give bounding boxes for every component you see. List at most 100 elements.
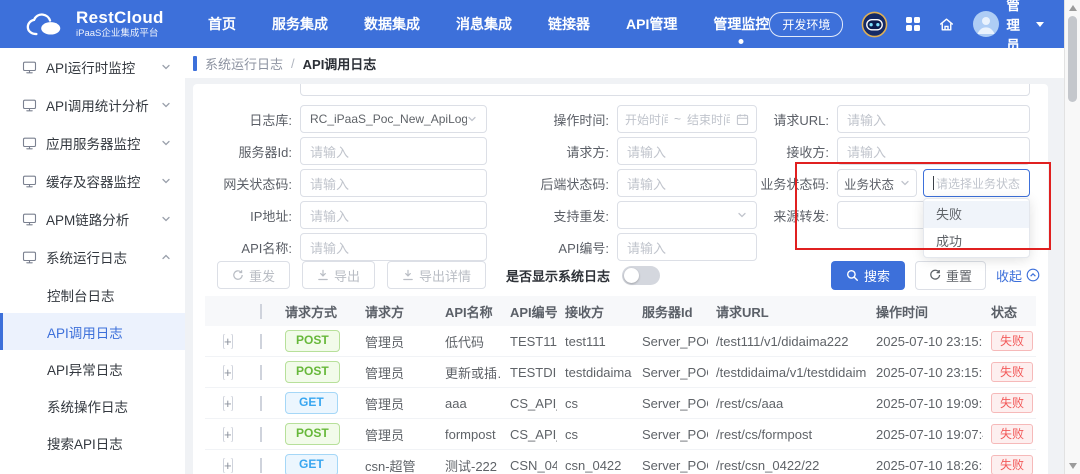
export-button[interactable]: 导出 <box>302 261 376 289</box>
input-placeholder: 请输入 <box>847 144 887 160</box>
header-checkbox-cell <box>245 303 277 319</box>
form-input-3-0[interactable]: 请输入 <box>300 201 487 229</box>
select-all-checkbox[interactable] <box>260 303 262 319</box>
environment-badge[interactable]: 开发环境 <box>769 11 844 37</box>
brand-logo[interactable]: RestCloud iPaaS企业集成平台 <box>0 9 190 39</box>
nav-item-首页[interactable]: 首页 <box>208 0 236 48</box>
expand-row-button[interactable]: + <box>223 364 233 380</box>
export-detail-button[interactable]: 导出详情 <box>387 261 487 289</box>
nav-item-链接器[interactable]: 链接器 <box>548 0 590 48</box>
reset-button[interactable]: 重置 <box>914 260 986 290</box>
api-name-cell: 低代码 <box>445 334 485 350</box>
sidebar-item-控制台日志[interactable]: 控制台日志 <box>0 276 185 313</box>
form-input-4-0[interactable]: 请输入 <box>300 233 487 261</box>
status-cell: 失败 <box>983 361 1036 383</box>
status-badge: 失败 <box>991 423 1034 445</box>
clipped-form-row <box>193 84 1048 97</box>
form-select-3-1[interactable] <box>617 201 757 229</box>
business-status-select[interactable]: 业务状态 <box>837 169 917 197</box>
chevron-down-icon <box>161 214 171 224</box>
method-cell: GET <box>277 454 357 474</box>
input-placeholder: 请输入 <box>310 144 350 160</box>
apm-trace-icon <box>22 212 37 227</box>
sidebar-item-API调用日志[interactable]: API调用日志 <box>0 313 185 350</box>
business-status-input[interactable]: 请选择业务状态 <box>923 169 1030 197</box>
sidebar-group-0[interactable]: API运行时监控 <box>0 48 185 86</box>
server-id-cell: Server_POC… <box>642 333 708 349</box>
form-label-0-1: 操作时间: <box>553 112 609 128</box>
chevron-down-icon <box>161 176 171 186</box>
row-checkbox[interactable] <box>260 395 262 411</box>
column-header-请求方: 请求方 <box>365 304 405 320</box>
row-checkbox[interactable] <box>260 426 262 442</box>
home-icon[interactable] <box>938 16 955 33</box>
status-cell: 失败 <box>983 330 1036 352</box>
checkbox-cell <box>245 457 277 473</box>
collapse-circle-up-icon <box>1026 268 1040 282</box>
scrollbar-thumb[interactable] <box>1068 16 1077 102</box>
clipped-field-input[interactable] <box>300 84 1030 96</box>
form-label-4-1: API编号: <box>558 240 609 256</box>
scroll-down-arrow-icon[interactable] <box>1069 463 1077 469</box>
row-checkbox[interactable] <box>260 364 262 380</box>
form-input-1-2[interactable]: 请输入 <box>837 137 1030 165</box>
search-icon <box>846 269 859 282</box>
expand-row-button[interactable]: + <box>223 426 233 442</box>
daterange-end-placeholder: 结束时间 <box>687 112 731 127</box>
form-label-4-0: API名称: <box>241 240 292 256</box>
vertical-scrollbar[interactable] <box>1064 0 1080 474</box>
status-badge: 失败 <box>991 361 1034 383</box>
input-placeholder: 请输入 <box>310 208 350 224</box>
form-label-0-0: 日志库: <box>249 112 292 128</box>
chevron-down-icon <box>467 114 477 124</box>
form-daterange-0-1[interactable]: 开始时间 ~ 结束时间 <box>617 105 757 133</box>
row-checkbox[interactable] <box>260 333 262 349</box>
breadcrumb-parent[interactable]: 系统运行日志 <box>205 54 283 73</box>
nav-item-管理监控[interactable]: 管理监控 <box>713 0 769 48</box>
text-caret <box>933 176 934 190</box>
nav-item-服务集成[interactable]: 服务集成 <box>272 0 328 48</box>
dropdown-option-失败[interactable]: 失败 <box>924 201 1029 228</box>
form-input-0-2[interactable]: 请输入 <box>837 105 1030 133</box>
time-cell: 2025-07-10 19:07:46 <box>876 426 983 442</box>
sidebar-group-3[interactable]: 缓存及容器监控 <box>0 162 185 200</box>
row-checkbox[interactable] <box>260 457 262 473</box>
nav-item-消息集成[interactable]: 消息集成 <box>456 0 512 48</box>
user-menu[interactable]: 管理员 <box>973 0 1044 54</box>
form-input-1-0[interactable]: 请输入 <box>300 137 487 165</box>
sidebar-item-label: API异常日志 <box>47 362 123 378</box>
sidebar-group-5[interactable]: 系统运行日志 <box>0 238 185 276</box>
show-system-log-toggle[interactable] <box>622 265 661 285</box>
column-header-操作时间: 操作时间 <box>876 304 929 320</box>
select-value: RC_iPaaS_Poc_New_ApiLog_2025… <box>310 112 467 126</box>
download-icon <box>402 269 414 281</box>
form-input-4-1[interactable]: 请输入 <box>617 233 757 261</box>
expand-row-button[interactable]: + <box>223 333 233 349</box>
scroll-up-arrow-icon[interactable] <box>1069 5 1077 11</box>
form-input-1-1[interactable]: 请输入 <box>617 137 757 165</box>
form-input-2-0[interactable]: 请输入 <box>300 169 487 197</box>
sidebar-group-4[interactable]: APM链路分析 <box>0 200 185 238</box>
search-button[interactable]: 搜索 <box>830 260 905 290</box>
sidebar-item-搜索API日志[interactable]: 搜索API日志 <box>0 424 185 461</box>
form-input-2-1[interactable]: 请输入 <box>617 169 757 197</box>
sidebar-item-系统操作日志[interactable]: 系统操作日志 <box>0 387 185 424</box>
sidebar-group-2[interactable]: 应用服务器监控 <box>0 124 185 162</box>
form-select-0-0[interactable]: RC_iPaaS_Poc_New_ApiLog_2025… <box>300 105 487 133</box>
chevron-down-icon <box>161 138 171 148</box>
nav-item-数据集成[interactable]: 数据集成 <box>364 0 420 48</box>
nav-item-API管理[interactable]: API管理 <box>626 0 677 48</box>
input-placeholder: 请选择业务状态 <box>936 176 1020 191</box>
apps-grid-icon[interactable] <box>906 17 921 31</box>
assistant-robot-icon[interactable] <box>861 11 888 38</box>
sidebar-group-1[interactable]: API调用统计分析 <box>0 86 185 124</box>
dropdown-option-成功[interactable]: 成功 <box>924 228 1029 255</box>
resend-button[interactable]: 重发 <box>217 261 291 289</box>
collapse-link[interactable]: 收起 <box>996 266 1040 285</box>
expand-row-button[interactable]: + <box>223 457 233 473</box>
sidebar-item-API异常日志[interactable]: API异常日志 <box>0 350 185 387</box>
reset-icon <box>929 269 941 281</box>
daterange-separator: ~ <box>674 112 682 126</box>
expand-row-button[interactable]: + <box>223 395 233 411</box>
app-server-icon <box>22 136 37 151</box>
